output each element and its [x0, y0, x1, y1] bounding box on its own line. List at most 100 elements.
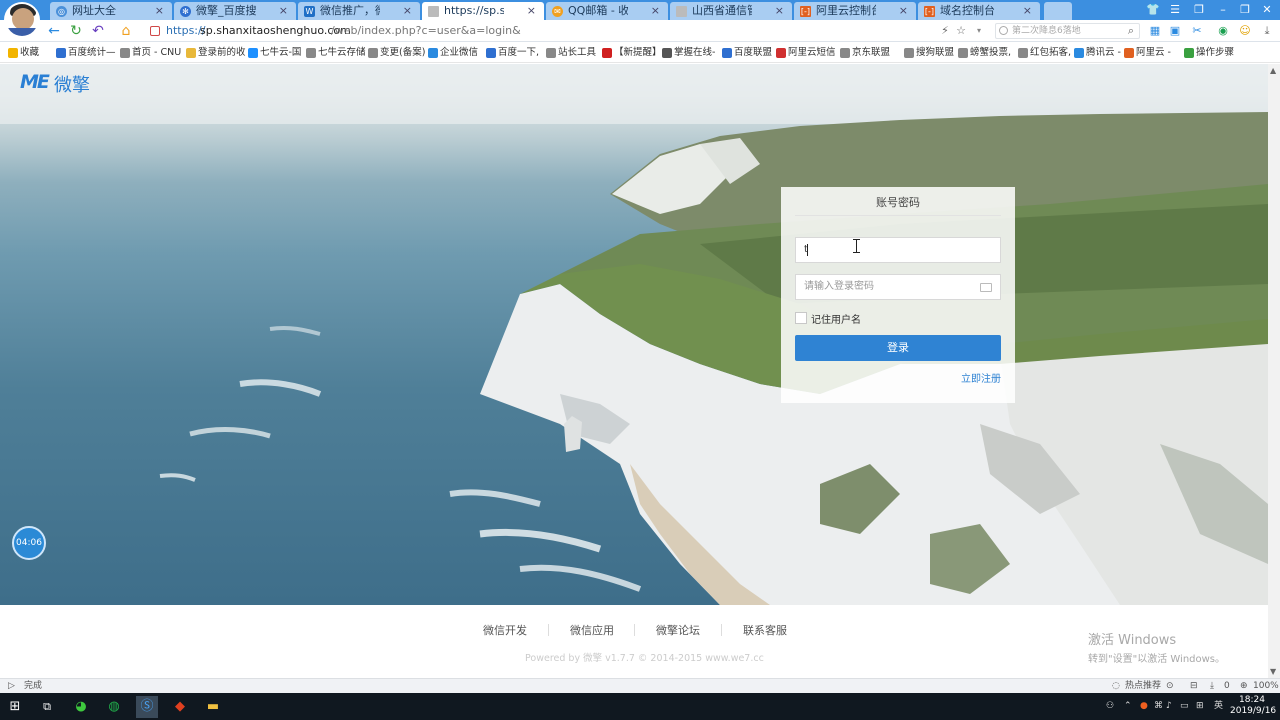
cut-icon[interactable]: ✂: [1190, 24, 1204, 38]
bookmark-item[interactable]: 百度联盟: [722, 46, 772, 60]
star-icon[interactable]: ☆: [954, 24, 968, 38]
bookmark-item[interactable]: 【新提醒】: [602, 46, 662, 60]
people-icon[interactable]: ⚇: [1106, 699, 1114, 713]
task-view-icon[interactable]: ⧉: [36, 696, 58, 718]
tab-close-icon[interactable]: ×: [527, 2, 536, 20]
smile-icon[interactable]: ☺: [1238, 24, 1252, 38]
accelerator-icon[interactable]: ⊙: [1166, 679, 1174, 693]
bookmark-item[interactable]: 搜狗联盟: [904, 46, 954, 60]
file-explorer-icon[interactable]: ▬: [202, 696, 224, 718]
tab-wangzhi-daquan[interactable]: ◎ 网址大全 ×: [50, 2, 172, 20]
windows-start-icon[interactable]: ⊞: [4, 696, 26, 718]
display-icon[interactable]: ▭: [1180, 699, 1189, 713]
download-status-icon[interactable]: ⤓: [1210, 679, 1214, 693]
bookmark-item[interactable]: 变更(备案): [368, 46, 425, 60]
maximize-button[interactable]: ❐: [1234, 2, 1256, 18]
tab-weiqing-baidu-search[interactable]: ✻ 微擎_百度搜索 ×: [174, 2, 296, 20]
bookmark-item[interactable]: 阿里云短信: [776, 46, 836, 60]
lightning-icon[interactable]: ⚡: [938, 24, 952, 38]
footer-link-support[interactable]: 联系客服: [743, 622, 787, 638]
footer-link-weixin-apps[interactable]: 微信应用: [570, 622, 614, 638]
hot-topics-icon[interactable]: ◌: [1112, 679, 1120, 693]
keyboard-icon[interactable]: [980, 283, 992, 292]
bookmark-item[interactable]: 登录前的收: [186, 46, 246, 60]
360-browser-icon[interactable]: ◍: [103, 696, 125, 718]
tab-icp-bureau[interactable]: 山西省通信管理局ICP/IP ×: [670, 2, 792, 20]
screenshot-status-icon[interactable]: ⊟: [1190, 679, 1198, 693]
close-window-button[interactable]: ✕: [1256, 2, 1278, 18]
tab-weixin-tuiguang[interactable]: W 微信推广，微信公众平台 ×: [298, 2, 420, 20]
bookmark-item[interactable]: 百度统计—: [56, 46, 116, 60]
tab-close-icon[interactable]: ×: [155, 2, 164, 20]
bookmark-item[interactable]: 首页 - CNU: [120, 46, 181, 60]
tab-close-icon[interactable]: ×: [403, 2, 412, 20]
tab-label: 山西省通信管理局ICP/IP: [692, 4, 752, 17]
search-input[interactable]: 第二次降息6落地: [995, 23, 1140, 39]
tab-close-icon[interactable]: ×: [775, 2, 784, 20]
security-icon[interactable]: ◉: [1216, 24, 1230, 38]
register-link[interactable]: 立即注册: [961, 370, 1001, 385]
download-icon[interactable]: ⤓: [1260, 24, 1274, 38]
skin-icon[interactable]: 👕: [1142, 2, 1164, 18]
username-input[interactable]: t: [795, 237, 1001, 263]
home-button[interactable]: ⌂: [118, 23, 134, 39]
tab-aliyun-console[interactable]: [-] 阿里云控制台首页 ×: [794, 2, 916, 20]
user-avatar[interactable]: [4, 2, 40, 38]
hot-topics-label[interactable]: 热点推荐: [1125, 679, 1161, 693]
tab-close-icon[interactable]: ×: [1023, 2, 1032, 20]
bookmark-item[interactable]: 红包拓客,: [1018, 46, 1071, 60]
bookmark-item[interactable]: 掌握在线-: [662, 46, 715, 60]
wps-icon[interactable]: ◆: [169, 696, 191, 718]
footer-link-forum[interactable]: 微擎论坛: [656, 622, 700, 638]
menu-icon[interactable]: ☰: [1164, 2, 1186, 18]
bookmark-item[interactable]: 收藏: [8, 46, 39, 60]
tab-domain-console[interactable]: [-] 域名控制台 ×: [918, 2, 1040, 20]
tab-close-icon[interactable]: ×: [899, 2, 908, 20]
scroll-down-arrow[interactable]: ▼: [1270, 667, 1276, 676]
new-tab-button[interactable]: [1044, 2, 1072, 20]
reload-button[interactable]: ↻: [68, 23, 84, 39]
bookmark-item[interactable]: 操作步骤: [1184, 46, 1234, 60]
system-clock[interactable]: 18:24 2019/9/16: [1230, 695, 1276, 717]
bookmark-item[interactable]: 阿里云 -: [1124, 46, 1171, 60]
tab-qq-mail[interactable]: ✉ QQ邮箱 - 收件箱 ×: [546, 2, 668, 20]
minimize-button[interactable]: –: [1212, 2, 1234, 18]
chevron-down-icon[interactable]: ▾: [972, 24, 986, 38]
recording-timer-badge[interactable]: 04:06: [12, 526, 46, 560]
tab-close-icon[interactable]: ×: [279, 2, 288, 20]
bookmark-item[interactable]: 螃蟹投票,: [958, 46, 1011, 60]
tray-app-icon[interactable]: ●: [1140, 699, 1148, 713]
tab-close-icon[interactable]: ×: [651, 2, 660, 20]
tray-chevron-icon[interactable]: ⌃: [1124, 699, 1132, 713]
ime-language[interactable]: 英: [1214, 699, 1223, 713]
ime-mode-icon[interactable]: ⊞: [1196, 699, 1204, 713]
bookmark-item[interactable]: 京东联盟: [840, 46, 890, 60]
remember-username-checkbox[interactable]: [795, 312, 807, 324]
screenshot-icon[interactable]: ▣: [1168, 24, 1182, 38]
undo-close-button[interactable]: ↶: [90, 23, 106, 39]
back-button[interactable]: ←: [46, 23, 62, 39]
volume-icon[interactable]: ♪: [1166, 699, 1172, 713]
login-button[interactable]: 登录: [795, 335, 1001, 361]
bookmark-item[interactable]: 企业微信: [428, 46, 478, 60]
footer-link-weixin-dev[interactable]: 微信开发: [483, 622, 527, 638]
page-scrollbar[interactable]: ▲ ▼: [1268, 64, 1280, 678]
url-input[interactable]: https:// sp.shanxitaoshenghuo.com /web/i…: [146, 22, 936, 40]
network-icon[interactable]: ⌘: [1154, 699, 1163, 713]
bookmark-item[interactable]: 站长工具: [546, 46, 596, 60]
tab-login-page[interactable]: https://sp.shanxitaoshenghuo.com ×: [422, 2, 544, 20]
remember-username-label[interactable]: 记住用户名: [811, 311, 861, 326]
restore-icon[interactable]: ❐: [1188, 2, 1210, 18]
sogou-browser-icon[interactable]: Ⓢ: [136, 696, 158, 718]
password-input[interactable]: 请输入登录密码: [795, 274, 1001, 300]
search-icon[interactable]: ⌕: [1124, 24, 1138, 38]
bookmark-item[interactable]: 七牛云-国: [248, 46, 301, 60]
bookmark-item[interactable]: 七牛云存储: [306, 46, 366, 60]
zoom-level[interactable]: 100%: [1253, 679, 1279, 693]
bookmark-item[interactable]: 百度一下,: [486, 46, 539, 60]
wechat-icon[interactable]: ◕: [70, 696, 92, 718]
scroll-up-arrow[interactable]: ▲: [1270, 66, 1276, 75]
bookmark-item[interactable]: 腾讯云 -: [1074, 46, 1121, 60]
extension-icon[interactable]: ▦: [1148, 24, 1162, 38]
zoom-icon[interactable]: ⊕: [1240, 679, 1248, 693]
